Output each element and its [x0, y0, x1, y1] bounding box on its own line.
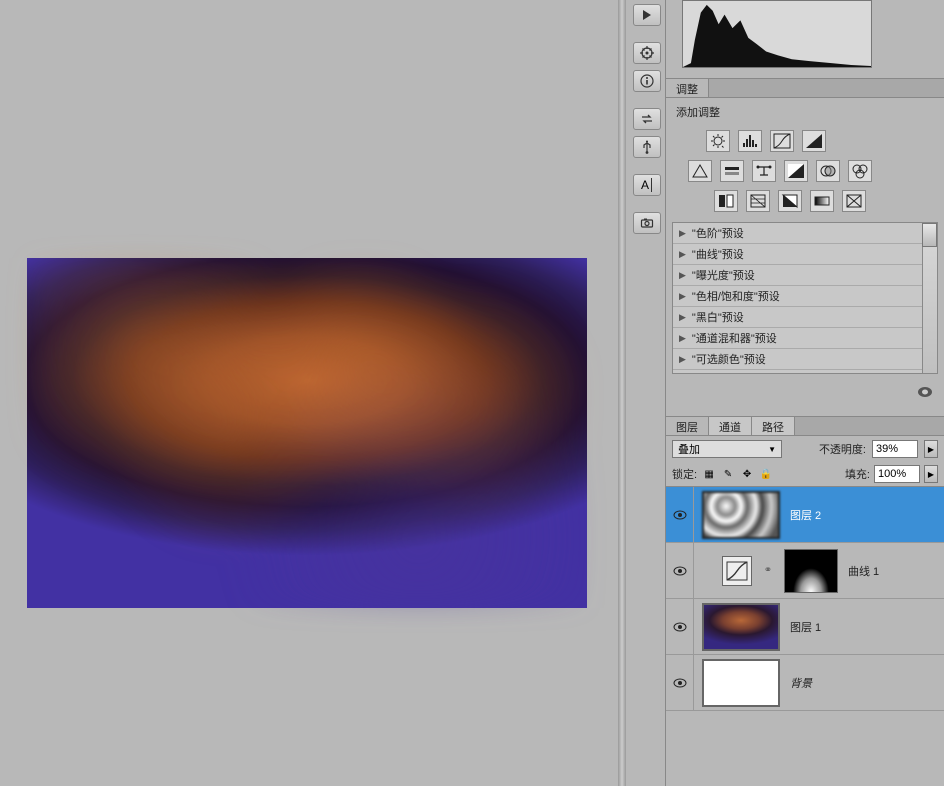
selective-color-icon[interactable]	[842, 190, 866, 212]
adjustments-panel: 添加调整 ▶"色阶"预设 ▶"曲线"预设 ▶"曝光度"预设 ▶"	[666, 98, 944, 404]
layer-thumbnail[interactable]	[702, 603, 780, 651]
gradient-map-icon[interactable]	[810, 190, 834, 212]
preset-label: "黑白"预设	[692, 309, 744, 325]
lock-position-icon[interactable]: ✥	[739, 466, 755, 482]
visibility-toggle[interactable]	[666, 599, 694, 654]
hue-saturation-icon[interactable]	[720, 160, 744, 182]
document-canvas[interactable]	[27, 258, 587, 608]
camera-icon[interactable]	[633, 212, 661, 234]
opacity-flyout[interactable]: ▶	[924, 440, 938, 458]
levels-icon[interactable]	[738, 130, 762, 152]
histogram-display[interactable]	[682, 0, 872, 68]
adjustment-thumbnail[interactable]	[722, 556, 752, 586]
blend-mode-select[interactable]: 叠加 ▼	[672, 440, 782, 458]
color-balance-icon[interactable]	[752, 160, 776, 182]
tab-adjustments[interactable]: 调整	[666, 79, 709, 97]
preset-label: "可选颜色"预设	[692, 351, 766, 367]
photo-filter-icon[interactable]	[816, 160, 840, 182]
brightness-contrast-icon[interactable]	[706, 130, 730, 152]
tab-paths[interactable]: 路径	[752, 417, 795, 435]
preset-label: "曲线"预设	[692, 246, 744, 262]
helm-icon[interactable]	[633, 42, 661, 64]
lock-transparency-icon[interactable]: ▦	[701, 466, 717, 482]
preset-levels[interactable]: ▶"色阶"预设	[673, 223, 922, 244]
scrollbar-thumb[interactable]	[922, 223, 937, 247]
lock-all-icon[interactable]: 🔒	[758, 466, 774, 482]
tab-layers[interactable]: 图层	[666, 417, 709, 435]
preset-list: ▶"色阶"预设 ▶"曲线"预设 ▶"曝光度"预设 ▶"色相/饱和度"预设 ▶"黑…	[672, 222, 938, 374]
preset-curves[interactable]: ▶"曲线"预设	[673, 244, 922, 265]
exposure-icon[interactable]	[802, 130, 826, 152]
threshold-icon[interactable]	[778, 190, 802, 212]
fill-input[interactable]: 100%	[874, 465, 920, 483]
fill-flyout[interactable]: ▶	[924, 465, 938, 483]
layer-thumbnail[interactable]	[702, 659, 780, 707]
tab-channels[interactable]: 通道	[709, 417, 752, 435]
opacity-value: 39%	[876, 443, 898, 455]
layer-name[interactable]: 曲线 1	[848, 563, 879, 579]
adjustments-tabs: 调整	[666, 78, 944, 98]
invert-icon[interactable]	[714, 190, 738, 212]
preset-channel-mixer[interactable]: ▶"通道混和器"预设	[673, 328, 922, 349]
layer-name[interactable]: 背景	[790, 675, 812, 691]
layer-list: 图层 2 ⚭ 曲线 1 图层 1	[666, 486, 944, 711]
layers-panel: 叠加 ▼ 不透明度: 39% ▶ 锁定: ▦ ✎ ✥ 🔒 填充: 100% ▶	[666, 436, 944, 711]
visibility-toggle[interactable]	[666, 543, 694, 598]
layers-tabs: 图层 通道 路径	[666, 416, 944, 436]
play-icon[interactable]	[633, 4, 661, 26]
panel-divider[interactable]	[618, 0, 626, 786]
text-icon[interactable]: A	[633, 174, 661, 196]
layer-thumbnail[interactable]	[702, 491, 780, 539]
preset-exposure[interactable]: ▶"曝光度"预设	[673, 265, 922, 286]
preset-hue-sat[interactable]: ▶"色相/饱和度"预设	[673, 286, 922, 307]
visibility-toggle[interactable]	[666, 487, 694, 542]
layer-row[interactable]: ⚭ 曲线 1	[666, 543, 944, 599]
right-panel-stack: 调整 添加调整 ▶"色阶"预设 ▶"曲线"预设 ▶"曝	[666, 0, 944, 786]
layer-row[interactable]: 图层 1	[666, 599, 944, 655]
preset-label: "通道混和器"预设	[692, 330, 777, 346]
canvas-area[interactable]	[0, 0, 618, 786]
channel-mixer-icon[interactable]	[848, 160, 872, 182]
black-white-icon[interactable]	[784, 160, 808, 182]
curves-icon[interactable]	[770, 130, 794, 152]
fill-value: 100%	[878, 468, 906, 480]
preset-label: "色阶"预设	[692, 225, 744, 241]
fill-label: 填充:	[845, 466, 870, 482]
layer-mask-thumbnail[interactable]	[784, 549, 838, 593]
usb-icon[interactable]	[633, 136, 661, 158]
info-icon[interactable]	[633, 70, 661, 92]
layer-name[interactable]: 图层 2	[790, 507, 821, 523]
layer-name[interactable]: 图层 1	[790, 619, 821, 635]
preset-label: "色相/饱和度"预设	[692, 288, 780, 304]
layer-row[interactable]: 图层 2	[666, 487, 944, 543]
docked-tool-strip: A	[628, 0, 666, 786]
opacity-input[interactable]: 39%	[872, 440, 918, 458]
adjustments-footer	[666, 380, 944, 404]
preset-selective-color[interactable]: ▶"可选颜色"预设	[673, 349, 922, 370]
opacity-label: 不透明度:	[819, 441, 866, 457]
swap-icon[interactable]	[633, 108, 661, 130]
link-icon[interactable]: ⚭	[762, 565, 774, 576]
adjustments-title: 添加调整	[666, 98, 944, 126]
preset-scrollbar[interactable]	[922, 223, 937, 373]
lock-pixels-icon[interactable]: ✎	[720, 466, 736, 482]
blend-mode-value: 叠加	[678, 441, 700, 457]
mask-icon[interactable]	[914, 383, 936, 401]
vibrance-icon[interactable]	[688, 160, 712, 182]
lock-label: 锁定:	[672, 466, 697, 482]
visibility-toggle[interactable]	[666, 655, 694, 710]
layer-row[interactable]: 背景	[666, 655, 944, 711]
posterize-icon[interactable]	[746, 190, 770, 212]
preset-label: "曝光度"预设	[692, 267, 755, 283]
preset-bw[interactable]: ▶"黑白"预设	[673, 307, 922, 328]
histogram-panel	[666, 0, 944, 78]
